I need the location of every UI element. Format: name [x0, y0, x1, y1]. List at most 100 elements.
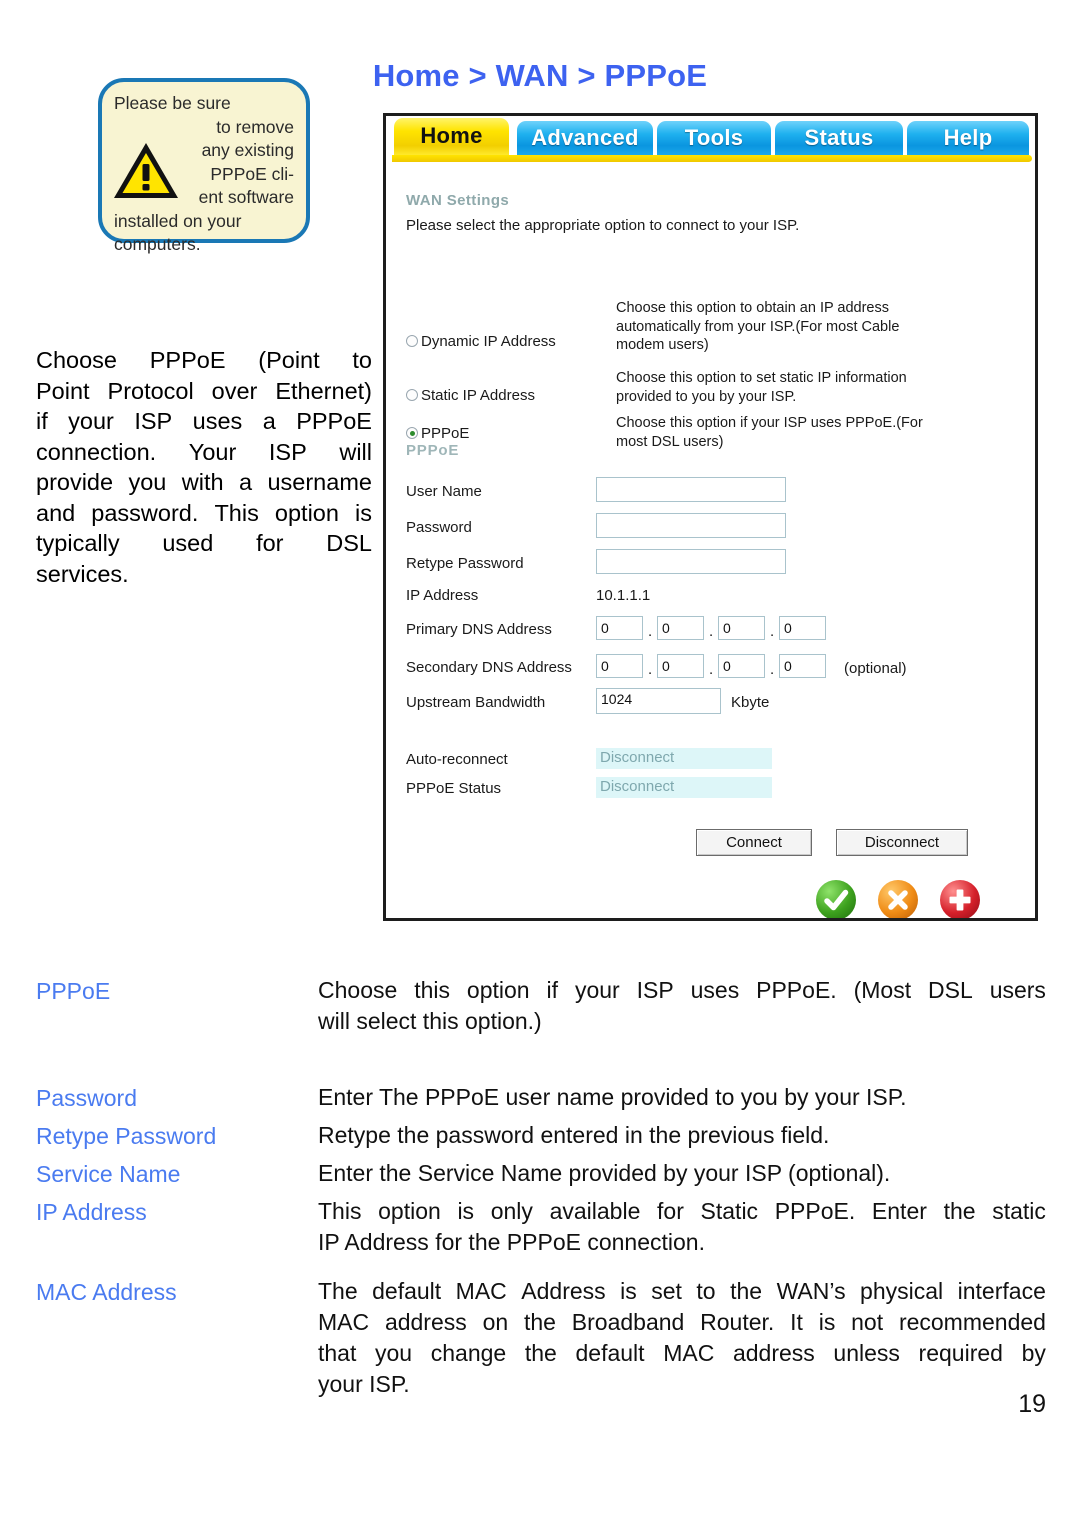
- definition-row-ip-address: IP Address This option is only available for S…: [36, 1196, 1046, 1264]
- tab-help[interactable]: Help: [907, 121, 1029, 155]
- radio-pppoe[interactable]: [406, 427, 418, 439]
- password-label: Password: [406, 519, 472, 536]
- wan-settings-intro: Please select the appropriate option to …: [406, 217, 800, 234]
- wan-settings-title: WAN Settings: [406, 192, 510, 209]
- primary-dns-dot-2: .: [709, 623, 714, 640]
- tab-status[interactable]: Status: [775, 121, 903, 155]
- secondary-dns-dot-1: .: [648, 661, 653, 678]
- primary-dns-label: Primary DNS Address: [406, 621, 552, 638]
- definition-desc-password: Enter The PPPoE user name provided to yo…: [318, 1084, 907, 1110]
- upstream-bandwidth-unit: Kbyte: [731, 694, 770, 711]
- definition-desc-service-name: Enter the Service Name provided by your …: [318, 1160, 891, 1186]
- connect-button[interactable]: Connect: [696, 829, 812, 856]
- secondary-dns-octet-1[interactable]: 0: [596, 654, 643, 678]
- primary-dns-octet-1[interactable]: 0: [596, 616, 643, 640]
- option-pppoe-label: PPPoE: [421, 425, 470, 442]
- auto-reconnect-value: Disconnect: [596, 748, 772, 769]
- intro-line-3: if your ISP uses a PPPoE: [36, 408, 372, 434]
- secondary-dns-optional-note: (optional): [844, 660, 907, 677]
- user-name-label: User Name: [406, 483, 482, 500]
- check-circle-icon: [816, 880, 856, 918]
- cancel-action[interactable]: Cancel: [866, 880, 930, 918]
- tab-underline: [392, 155, 1032, 162]
- callout-line-1: Please be sure: [114, 93, 231, 113]
- option-dynamic-ip-description: Choose this option to obtain an IP addre…: [616, 300, 900, 353]
- callout-line-2: to remove: [216, 116, 294, 137]
- definition-row-service-name: Service Name Enter the Service Name prov…: [36, 1158, 1046, 1196]
- retype-password-label: Retype Password: [406, 555, 524, 572]
- warning-callout: Please be sure to remove any existing PP…: [98, 78, 310, 254]
- definition-term-ip-address: IP Address: [36, 1199, 147, 1225]
- callout-line-7: computers.: [114, 234, 201, 254]
- primary-dns-dot-3: .: [770, 623, 775, 640]
- secondary-dns-label: Secondary DNS Address: [406, 659, 572, 676]
- option-dynamic-ip[interactable]: Dynamic IP Address: [406, 333, 556, 351]
- x-circle-icon: [878, 880, 918, 918]
- intro-line-1: Choose PPPoE (Point to: [36, 347, 372, 373]
- callout-line-6: installed on your: [114, 210, 242, 231]
- intro-line-7: typically used for DSL: [36, 530, 372, 556]
- user-name-input[interactable]: [596, 477, 786, 502]
- secondary-dns-octet-4[interactable]: 0: [779, 654, 826, 678]
- definition-desc-mac-address: The default MAC Address is set to the WAN’s physi…: [318, 1276, 1046, 1400]
- definition-row-pppoe: PPPoE Choose this option if your ISP uses PPPoE…: [36, 975, 1046, 1060]
- ip-address-label: IP Address: [406, 587, 479, 604]
- option-dynamic-ip-label: Dynamic IP Address: [421, 333, 556, 350]
- secondary-dns-octet-3[interactable]: 0: [718, 654, 765, 678]
- definition-ip-line-2: IP Address for the PPPoE connection.: [318, 1229, 705, 1255]
- definition-row-password: Password Enter The PPPoE user name provi…: [36, 1082, 1046, 1120]
- definition-row-mac-address: MAC Address The default MAC Address is set to t…: [36, 1276, 1046, 1406]
- disconnect-button[interactable]: Disconnect: [836, 829, 968, 856]
- tab-advanced[interactable]: Advanced: [517, 121, 653, 155]
- upstream-bandwidth-input[interactable]: 1024: [596, 688, 721, 714]
- definition-mac-line-2: MAC address on the Broadband Router. It is not re…: [318, 1309, 1046, 1335]
- intro-line-8: services.: [36, 560, 129, 587]
- definition-ip-line-1: This option is only available for Static PPPoE.…: [318, 1198, 1046, 1224]
- page-title-text: Home > WAN > PPPoE: [372, 58, 708, 93]
- definition-pppoe-line-1: Choose this option if your ISP uses PPPoE. (Most…: [318, 977, 1046, 1003]
- action-icon-group: Apply Cancel: [804, 880, 1004, 918]
- definition-list: PPPoE Choose this option if your ISP uses PPPoE…: [36, 975, 1046, 1406]
- primary-dns-octet-4[interactable]: 0: [779, 616, 826, 640]
- option-static-ip-description: Choose this option to set static IP info…: [616, 370, 907, 405]
- intro-line-6: and password. This option is: [36, 499, 372, 526]
- primary-dns-octet-3[interactable]: 0: [718, 616, 765, 640]
- definition-term-password: Password: [36, 1085, 137, 1111]
- primary-dns-dot-1: .: [648, 623, 653, 640]
- primary-dns-octet-2[interactable]: 0: [657, 616, 704, 640]
- definition-desc-pppoe: Choose this option if your ISP uses PPPoE. (Most…: [318, 975, 1046, 1037]
- radio-static-ip[interactable]: [406, 389, 418, 401]
- auto-reconnect-label: Auto-reconnect: [406, 751, 508, 768]
- warning-triangle-icon: [114, 143, 178, 198]
- apply-action[interactable]: Apply: [804, 880, 868, 918]
- intro-line-4: connection. Your ISP will: [36, 438, 372, 465]
- option-pppoe-description: Choose this option if your ISP uses PPPo…: [616, 415, 923, 450]
- option-static-ip-label: Static IP Address: [421, 387, 535, 404]
- tab-home[interactable]: Home: [394, 118, 509, 155]
- definition-mac-line-1: The default MAC Address is set to the WAN’s physi…: [318, 1278, 1046, 1304]
- option-pppoe[interactable]: PPPoE: [406, 425, 469, 443]
- definition-mac-line-3: that you change the default MAC address unless r…: [318, 1340, 1046, 1366]
- secondary-dns-dot-3: .: [770, 661, 775, 678]
- definition-term-retype-password: Retype Password: [36, 1123, 217, 1149]
- definition-row-retype-password: Retype Password Retype the password ente…: [36, 1120, 1046, 1158]
- router-ui-screenshot: Home Advanced Tools Status Help WAN Sett…: [383, 113, 1038, 921]
- retype-password-input[interactable]: [596, 549, 786, 574]
- pppoe-status-label: PPPoE Status: [406, 780, 502, 797]
- router-nav-tabs: Home Advanced Tools Status Help: [386, 116, 1035, 162]
- pppoe-status-value: Disconnect: [596, 777, 772, 798]
- option-static-ip[interactable]: Static IP Address: [406, 387, 535, 405]
- plus-circle-icon: [940, 880, 980, 918]
- definition-term-pppoe: PPPoE: [36, 978, 111, 1004]
- definition-pppoe-line-2: will select this option.): [318, 1008, 542, 1034]
- tab-tools[interactable]: Tools: [657, 121, 771, 155]
- help-action[interactable]: Help: [928, 880, 992, 918]
- radio-dynamic-ip[interactable]: [406, 335, 418, 347]
- definition-mac-line-4: your ISP.: [318, 1371, 410, 1397]
- page-number: 19: [1018, 1390, 1046, 1418]
- pppoe-section-header: PPPoE: [406, 442, 460, 459]
- password-input[interactable]: [596, 513, 786, 538]
- secondary-dns-octet-2[interactable]: 0: [657, 654, 704, 678]
- definition-term-service-name: Service Name: [36, 1161, 181, 1187]
- intro-line-2: Point Protocol over Ethernet): [36, 377, 372, 404]
